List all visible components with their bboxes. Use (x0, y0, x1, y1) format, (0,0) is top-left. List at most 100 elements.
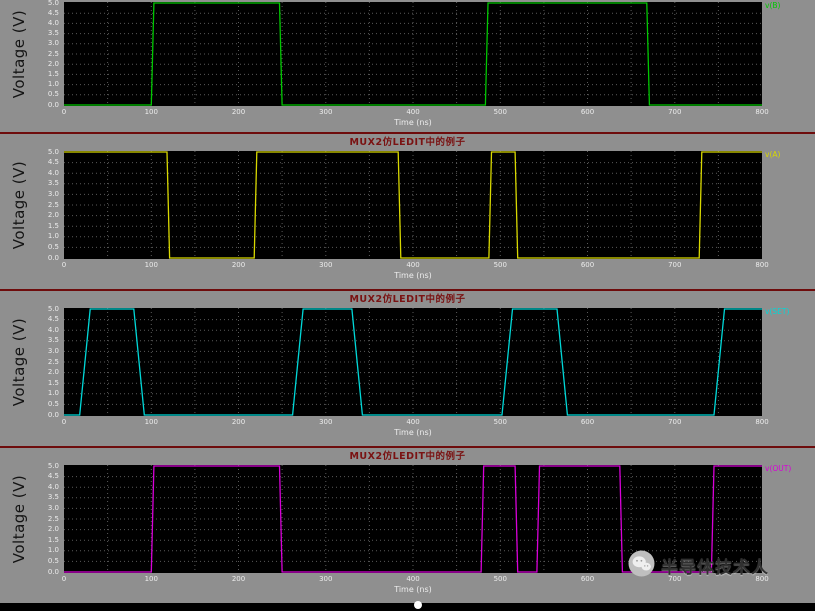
waveform-panel-a: Voltage (V) 5.0 4.5 4.0 3.5 3.0 2.5 2.0 1.5 1.0 0… (0, 147, 815, 289)
y-tick-label: 0.5 (47, 90, 59, 99)
x-tick-label: 400 (406, 108, 420, 116)
trace-legend-label: v(A) (765, 150, 781, 159)
y-tick-label: 3.0 (47, 346, 59, 355)
waveform-panel-out: Voltage (V) 5.0 4.5 4.0 3.5 3.0 2.5 2.0 1.5 1.0 0… (0, 461, 815, 603)
y-tick-label: 2.0 (47, 525, 59, 534)
wechat-icon (628, 550, 655, 581)
x-tick-label: 100 (144, 575, 158, 583)
waveform-svg (64, 308, 762, 416)
trace-legend-label: v(B) (765, 1, 781, 10)
y-tick-label: 3.5 (47, 493, 59, 502)
x-tick-label: 0 (61, 575, 67, 583)
x-tick-label: 800 (755, 261, 769, 269)
y-tick-label: 1.0 (47, 80, 59, 89)
trace-legend-label: v(OUT) (765, 464, 792, 473)
trace-legend-label: v(SET) (765, 307, 790, 316)
x-tick-label: 500 (493, 261, 507, 269)
panel-title: MUX2仿LEDIT中的例子 (349, 136, 466, 148)
y-tick-label: 1.5 (47, 378, 59, 387)
y-tick-label: 4.0 (47, 482, 59, 491)
y-tick-label: 5.0 (47, 0, 59, 7)
y-tick-label: 4.5 (47, 315, 59, 324)
x-tick-label: 600 (580, 418, 595, 426)
x-tick-label: 200 (231, 575, 246, 583)
x-axis-ticks: 0 100 200 300 400 500 600 700 800 (61, 108, 769, 117)
y-tick-label: 1.5 (47, 69, 59, 78)
x-axis-ticks: 0 100 200 300 400 500 600 700 800 (61, 261, 769, 270)
x-tick-label: 300 (319, 261, 333, 269)
panel-title: MUX2仿LEDIT中的例子 (349, 293, 466, 305)
y-tick-label: 0.5 (47, 556, 59, 565)
x-tick-label: 200 (231, 261, 246, 269)
watermark-text: 半导体技术人 (661, 558, 769, 578)
x-axis-ticks: 0 100 200 300 400 500 600 700 800 (62, 418, 769, 427)
x-tick-label: 500 (493, 575, 507, 583)
waveform-svg (64, 2, 762, 106)
y-tick-label: 4.0 (47, 18, 59, 27)
y-tick-label: 4.5 (47, 8, 59, 17)
y-tick-label: 0.0 (47, 100, 59, 109)
x-tick-label: 0 (61, 261, 67, 269)
x-tick-label: 600 (580, 575, 595, 583)
y-tick-label: 0.5 (47, 399, 59, 408)
y-tick-label: 3.0 (47, 39, 59, 48)
x-tick-label: 500 (493, 418, 507, 426)
panel-title-band: MUX2仿LEDIT中的例子 (0, 132, 815, 148)
y-tick-label: 1.0 (47, 389, 59, 398)
y-tick-label: 3.5 (47, 29, 59, 38)
y-tick-label: 0.0 (47, 410, 59, 419)
y-axis-ticks: 5.0 4.5 4.0 3.5 3.0 2.5 2.0 1.5 1.0 0.5 0.0 (0, 461, 61, 603)
y-tick-label: 2.0 (47, 211, 59, 220)
y-tick-label: 3.0 (47, 189, 59, 198)
y-tick-label: 4.0 (47, 168, 59, 177)
waveform-panel-b: Voltage (V) 5.0 4.5 4.0 3.5 3.0 2.5 2.0 1.5 1.0 0… (0, 0, 815, 132)
x-tick-label: 700 (668, 108, 682, 116)
x-tick-label: 100 (144, 418, 158, 426)
y-axis-ticks: 5.0 4.5 4.0 3.5 3.0 2.5 2.0 1.5 1.0 0.5 0.0 (0, 0, 61, 132)
x-tick-label: 100 (144, 108, 158, 116)
y-axis-ticks: 5.0 4.5 4.0 3.5 3.0 2.5 2.0 1.5 1.0 0.5 0.0 (0, 304, 61, 446)
y-tick-label: 2.0 (47, 59, 59, 68)
x-tick-label: 500 (493, 108, 507, 116)
x-axis-label: Time (ns) (394, 118, 432, 127)
x-axis-label: Time (ns) (394, 585, 432, 594)
y-tick-label: 3.5 (47, 179, 59, 188)
y-tick-label: 5.0 (47, 461, 59, 470)
x-tick-label: 100 (144, 261, 158, 269)
y-tick-label: 0.0 (47, 253, 59, 262)
plot-area-set[interactable] (64, 308, 762, 416)
x-tick-label: 200 (231, 418, 246, 426)
y-tick-label: 4.0 (47, 325, 59, 334)
x-tick-label: 400 (406, 261, 420, 269)
x-tick-label: 300 (319, 108, 333, 116)
y-tick-label: 5.0 (47, 147, 59, 156)
y-tick-label: 1.0 (47, 232, 59, 241)
y-tick-label: 4.5 (47, 158, 59, 167)
y-tick-label: 2.5 (47, 357, 59, 366)
bottom-bar (0, 601, 815, 611)
x-tick-label: 400 (406, 418, 420, 426)
x-tick-label: 400 (406, 575, 420, 583)
x-tick-label: 800 (755, 418, 769, 426)
waveform-viewer-screen: Voltage (V) 5.0 4.5 4.0 3.5 3.0 2.5 2.0 1.5 1.0 0… (0, 0, 815, 611)
x-tick-label: 600 (580, 108, 595, 116)
plot-area-b[interactable] (64, 2, 762, 106)
y-tick-label: 3.5 (47, 336, 59, 345)
x-tick-label: 700 (668, 261, 682, 269)
y-tick-label: 2.5 (47, 514, 59, 523)
y-tick-label: 2.5 (47, 200, 59, 209)
x-tick-label: 300 (319, 575, 333, 583)
y-axis-ticks: 5.0 4.5 4.0 3.5 3.0 2.5 2.0 1.5 1.0 0.5 0.0 (0, 147, 61, 289)
x-tick-label: 0 (61, 108, 67, 116)
x-tick-label: 700 (668, 418, 682, 426)
plot-area-a[interactable] (64, 151, 762, 259)
y-tick-label: 1.5 (47, 221, 59, 230)
bottom-dot (414, 601, 422, 609)
y-tick-label: 0.0 (47, 567, 59, 576)
y-tick-label: 2.0 (47, 368, 59, 377)
panel-title-band: MUX2仿LEDIT中的例子 (0, 446, 815, 462)
watermark: 半导体技术人 (628, 550, 769, 581)
panel-title-band: MUX2仿LEDIT中的例子 (0, 289, 815, 305)
x-axis-label: Time (ns) (394, 428, 432, 437)
waveform-panel-set: Voltage (V) 5.0 4.5 4.0 3.5 3.0 2.5 2.0 1.5 1.0 0… (0, 304, 815, 446)
